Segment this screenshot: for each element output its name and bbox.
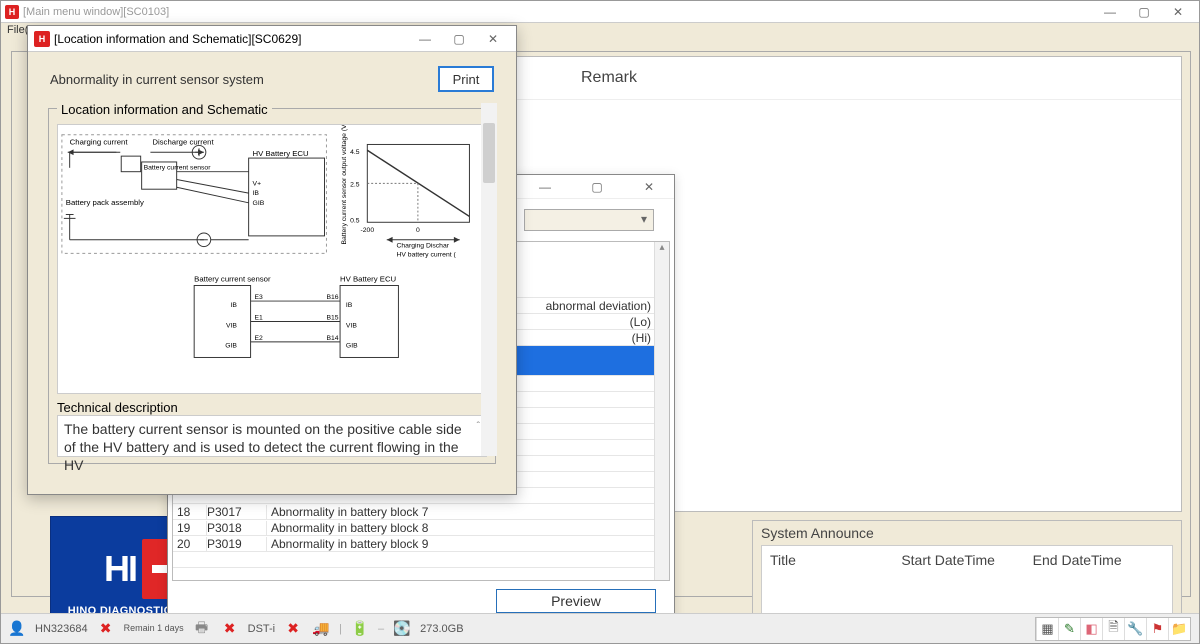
connection-error-icon: ✖ [283,619,303,639]
svg-text:B14: B14 [326,335,338,342]
battery-icon: 🔋 [350,619,370,639]
svg-text:GIB: GIB [225,343,237,350]
schematic-scrollbar[interactable] [481,103,497,456]
main-minimize-button[interactable]: — [1093,5,1127,19]
svg-text:0: 0 [416,227,420,234]
svg-text:IB: IB [346,302,353,309]
svg-text:B15: B15 [326,315,338,322]
dtc-filter-dropdown[interactable] [524,209,654,231]
printer-icon[interactable]: 🖶 [192,619,212,639]
svg-text:HV Battery ECU: HV Battery ECU [253,149,309,158]
schematic-diagram: Charging current Discharge current Batte… [57,124,487,394]
svg-text:E1: E1 [254,315,263,322]
table-row: 20P3019Abnormality in battery block 9 [173,536,669,552]
tool-pen-icon[interactable]: ✎ [1058,618,1080,640]
tool-eraser-icon[interactable]: ◧ [1080,618,1102,640]
schem-maximize-button[interactable]: ▢ [442,32,476,46]
svg-text:Charging Dischar: Charging Dischar [396,243,449,250]
svg-text:Charging current: Charging current [70,137,129,146]
technical-description-label: Technical description [57,400,487,415]
dtc-minimize-button[interactable]: — [528,180,562,194]
schematic-heading: Abnormality in current sensor system [50,72,264,87]
truck-icon: 🚚 [311,619,331,639]
svg-text:Battery pack assembly: Battery pack assembly [66,198,144,207]
printer-error-icon: ✖ [220,619,240,639]
tool-layers-icon[interactable]: ▦ [1036,618,1058,640]
status-user: HN323684 [35,623,88,635]
svg-text:2.5: 2.5 [350,181,360,188]
svg-text:-200: -200 [361,227,375,234]
svg-text:IB: IB [231,302,238,309]
svg-text:HV Battery ECU: HV Battery ECU [340,275,396,284]
svg-text:VIB: VIB [346,322,357,329]
svg-text:Battery current sensor: Battery current sensor [194,275,271,284]
main-maximize-button[interactable]: ▢ [1127,5,1161,19]
print-button[interactable]: Print [438,66,494,92]
svg-text:4.5: 4.5 [350,149,360,156]
status-dsti: DST-i [248,623,276,635]
user-icon: 👤 [7,619,27,639]
svg-text:E2: E2 [254,335,263,342]
schematic-dialog: H [Location information and Schematic][S… [27,25,517,495]
svg-text:Battery current sensor: Battery current sensor [144,165,212,172]
table-row: 18P3017Abnormality in battery block 7 [173,504,669,520]
schem-close-button[interactable]: ✕ [476,32,510,46]
dtc-restore-button[interactable]: ▢ [580,180,614,194]
toolbar-palette[interactable]: ▦ ✎ ◧ 🗎 🔧 ⚑ 📁 [1035,617,1191,641]
svg-text:GIB: GIB [346,343,358,350]
schem-minimize-button[interactable]: — [408,32,442,46]
dtc-scrollbar[interactable] [654,242,669,580]
status-bar: 👤 HN323684 ✖ Remain 1 days 🖶 ✖ DST-i ✖ 🚚… [1,613,1199,643]
preview-button[interactable]: Preview [496,589,656,613]
svg-text:GIB: GIB [253,200,265,207]
dialog-app-icon: H [34,31,50,47]
svg-text:IB: IB [253,190,260,197]
technical-description-text: ˆ The battery current sensor is mounted … [57,415,487,457]
dtc-close-button[interactable]: ✕ [632,180,666,194]
svg-text:0.5: 0.5 [350,217,360,224]
tool-doc-icon[interactable]: 🗎 [1102,618,1124,640]
groupbox-title: Location information and Schematic [57,102,272,117]
svg-text:B16: B16 [326,294,338,301]
svg-text:Battery current sensor output: Battery current sensor output voltage (V… [341,125,348,245]
svg-text:VIB: VIB [226,322,237,329]
svg-text:V+: V+ [253,180,262,187]
main-title-text: [Main menu window][SC0103] [23,6,169,18]
table-row: 19P3018Abnormality in battery block 8 [173,520,669,536]
status-disk: 273.0GB [420,623,463,635]
svg-text:HV battery current (: HV battery current ( [396,251,456,258]
main-titlebar: H [Main menu window][SC0103] — ▢ ✕ [1,1,1199,23]
status-remain: Remain 1 days [124,624,184,633]
disk-icon: 💽 [392,619,412,639]
schematic-title-text: [Location information and Schematic][SC0… [54,32,301,46]
announce-heading: System Announce [761,525,1173,541]
main-close-button[interactable]: ✕ [1161,5,1195,19]
tool-folder-icon[interactable]: 📁 [1168,618,1190,640]
svg-text:Discharge current: Discharge current [152,137,214,146]
tool-wrench-icon[interactable]: 🔧 [1124,618,1146,640]
svg-text:E3: E3 [254,294,263,301]
remark-column-header: Remark [581,69,637,87]
tool-flag-icon[interactable]: ⚑ [1146,618,1168,640]
app-icon: H [5,5,19,19]
warning-icon: ✖ [96,619,116,639]
